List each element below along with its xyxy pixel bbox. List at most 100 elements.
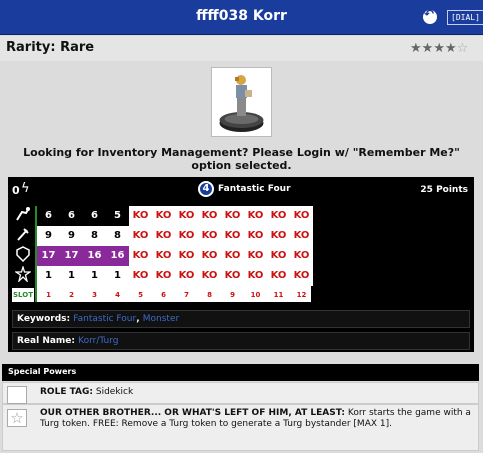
ko-cell: KO [267, 246, 290, 266]
keyword-link-fantastic-four[interactable]: Fantastic Four [73, 314, 136, 324]
ko-cell: KO [244, 246, 267, 266]
dial-values: 6 6 6 5 KO KO KO KO KO KO KO KO 9 9 8 8 KO KO KO KO KO KO KO KO… [35, 206, 313, 302]
special-power-row: ROLE TAG: Sidekick [2, 382, 479, 404]
dial-value-cell: 16 [106, 246, 129, 266]
ko-cell: KO [290, 266, 313, 286]
slot-number: 9 [230, 291, 235, 299]
speed-icon [12, 206, 34, 226]
dial-value-cell: 8 [106, 226, 129, 246]
ko-cell: KO [129, 246, 152, 266]
keywords-label: Keywords: [17, 314, 71, 324]
dial-value-cell: 5 [106, 206, 129, 226]
star-icon: ★ [444, 41, 457, 56]
star-icon: ★ [433, 41, 445, 56]
points-left: 0 [12, 184, 20, 197]
slot-number: 1 [46, 291, 51, 299]
fantastic-four-logo-icon: 4 [198, 181, 214, 197]
ko-cell: KO [244, 266, 267, 286]
title-bar: ffff038 Korr [DIAL] [0, 0, 483, 35]
ko-cell: KO [198, 266, 221, 286]
dial-value-cell: 6 [83, 206, 106, 226]
ko-cell: KO [221, 246, 244, 266]
ko-cell: KO [198, 226, 221, 246]
dial-value-cell: 1 [83, 266, 106, 286]
special-power-text: ROLE TAG: Sidekick [40, 387, 472, 398]
dial-value-cell: 6 [37, 206, 60, 226]
ko-cell: KO [198, 206, 221, 226]
slot-number: 7 [184, 291, 189, 299]
dial-value-cell: 1 [106, 266, 129, 286]
ko-cell: KO [175, 226, 198, 246]
special-powers-heading: Special Powers [2, 364, 479, 381]
figure-icon [219, 75, 264, 132]
slot-number: 4 [115, 291, 120, 299]
dial-button[interactable]: [DIAL] [447, 10, 483, 25]
rarity-label: Rarity: Rare [6, 40, 95, 55]
ko-cell: KO [290, 226, 313, 246]
special-power-text: OUR OTHER BROTHER... OR WHAT'S LEFT OF H… [40, 408, 472, 430]
power-description: Sidekick [95, 387, 134, 397]
ko-cell: KO [175, 246, 198, 266]
ko-cell: KO [129, 206, 152, 226]
page-title: ffff038 Korr [196, 8, 287, 24]
team-name: Fantastic Four [218, 184, 291, 194]
slot-number: 5 [138, 291, 143, 299]
ko-cell: KO [152, 206, 175, 226]
star-empty-icon: ☆ [456, 41, 469, 56]
ko-cell: KO [267, 266, 290, 286]
dial-value-cell: 1 [37, 266, 60, 286]
rarity-row: Rarity: Rare ★★★★☆ [0, 36, 483, 61]
special-power-row: ☆ OUR OTHER BROTHER... OR WHAT'S LEFT OF… [2, 404, 479, 451]
login-message: Looking for Inventory Management? Please… [23, 146, 460, 172]
ko-cell: KO [267, 206, 290, 226]
realname-label: Real Name: [17, 336, 76, 346]
slot-number: 3 [92, 291, 97, 299]
slot-label: SLOT [12, 288, 34, 302]
ko-cell: KO [221, 206, 244, 226]
star-icon: ★ [410, 41, 422, 56]
dial-value-cell: 8 [83, 226, 106, 246]
ko-cell: KO [152, 226, 175, 246]
lightning-icon: ϟ [21, 181, 30, 196]
power-title: ROLE TAG: [40, 387, 93, 397]
keywords-row: Keywords: Fantastic Four, Monster [12, 310, 470, 328]
dial-empty-area [315, 206, 470, 302]
keyword-separator: , [136, 314, 140, 324]
star-power-icon: ☆ [7, 409, 27, 427]
ko-cell: KO [152, 246, 175, 266]
ko-cell: KO [244, 206, 267, 226]
star-icon: ★ [421, 41, 434, 56]
dial-value-cell: 9 [60, 226, 83, 246]
dial-value-cell: 6 [60, 206, 83, 226]
ko-cell: KO [244, 226, 267, 246]
slot-number: 11 [273, 291, 284, 299]
ko-cell: KO [198, 246, 221, 266]
points-value: 25 Points [420, 185, 468, 195]
ko-cell: KO [221, 266, 244, 286]
ko-cell: KO [290, 206, 313, 226]
ko-cell: KO [129, 266, 152, 286]
rating-stars: ★★★★☆ [410, 41, 468, 56]
defense-icon [12, 246, 34, 266]
card-header: 0 ϟ 4 Fantastic Four 25 Points [8, 177, 474, 204]
dial-value-cell: 17 [37, 246, 60, 266]
slot-number: 2 [69, 291, 74, 299]
dial-value-cell: 1 [60, 266, 83, 286]
ko-cell: KO [152, 266, 175, 286]
slot-number: 6 [161, 291, 166, 299]
damage-icon [12, 264, 34, 286]
figure-image [211, 67, 272, 137]
ko-cell: KO [129, 226, 152, 246]
keyword-link-monster[interactable]: Monster [143, 314, 179, 324]
attack-icon [12, 226, 34, 246]
dial-value-cell: 9 [37, 226, 60, 246]
realname-link[interactable]: Korr/Turg [78, 336, 118, 346]
slot-number: 8 [207, 291, 212, 299]
ko-cell: KO [290, 246, 313, 266]
ko-cell: KO [221, 226, 244, 246]
ko-cell: KO [175, 266, 198, 286]
back-icon[interactable] [423, 7, 437, 24]
ko-cell: KO [267, 226, 290, 246]
dial-card: 0 ϟ 4 Fantastic Four 25 Points SLOT 6 6 … [8, 177, 474, 352]
slot-number: 12 [296, 291, 307, 299]
